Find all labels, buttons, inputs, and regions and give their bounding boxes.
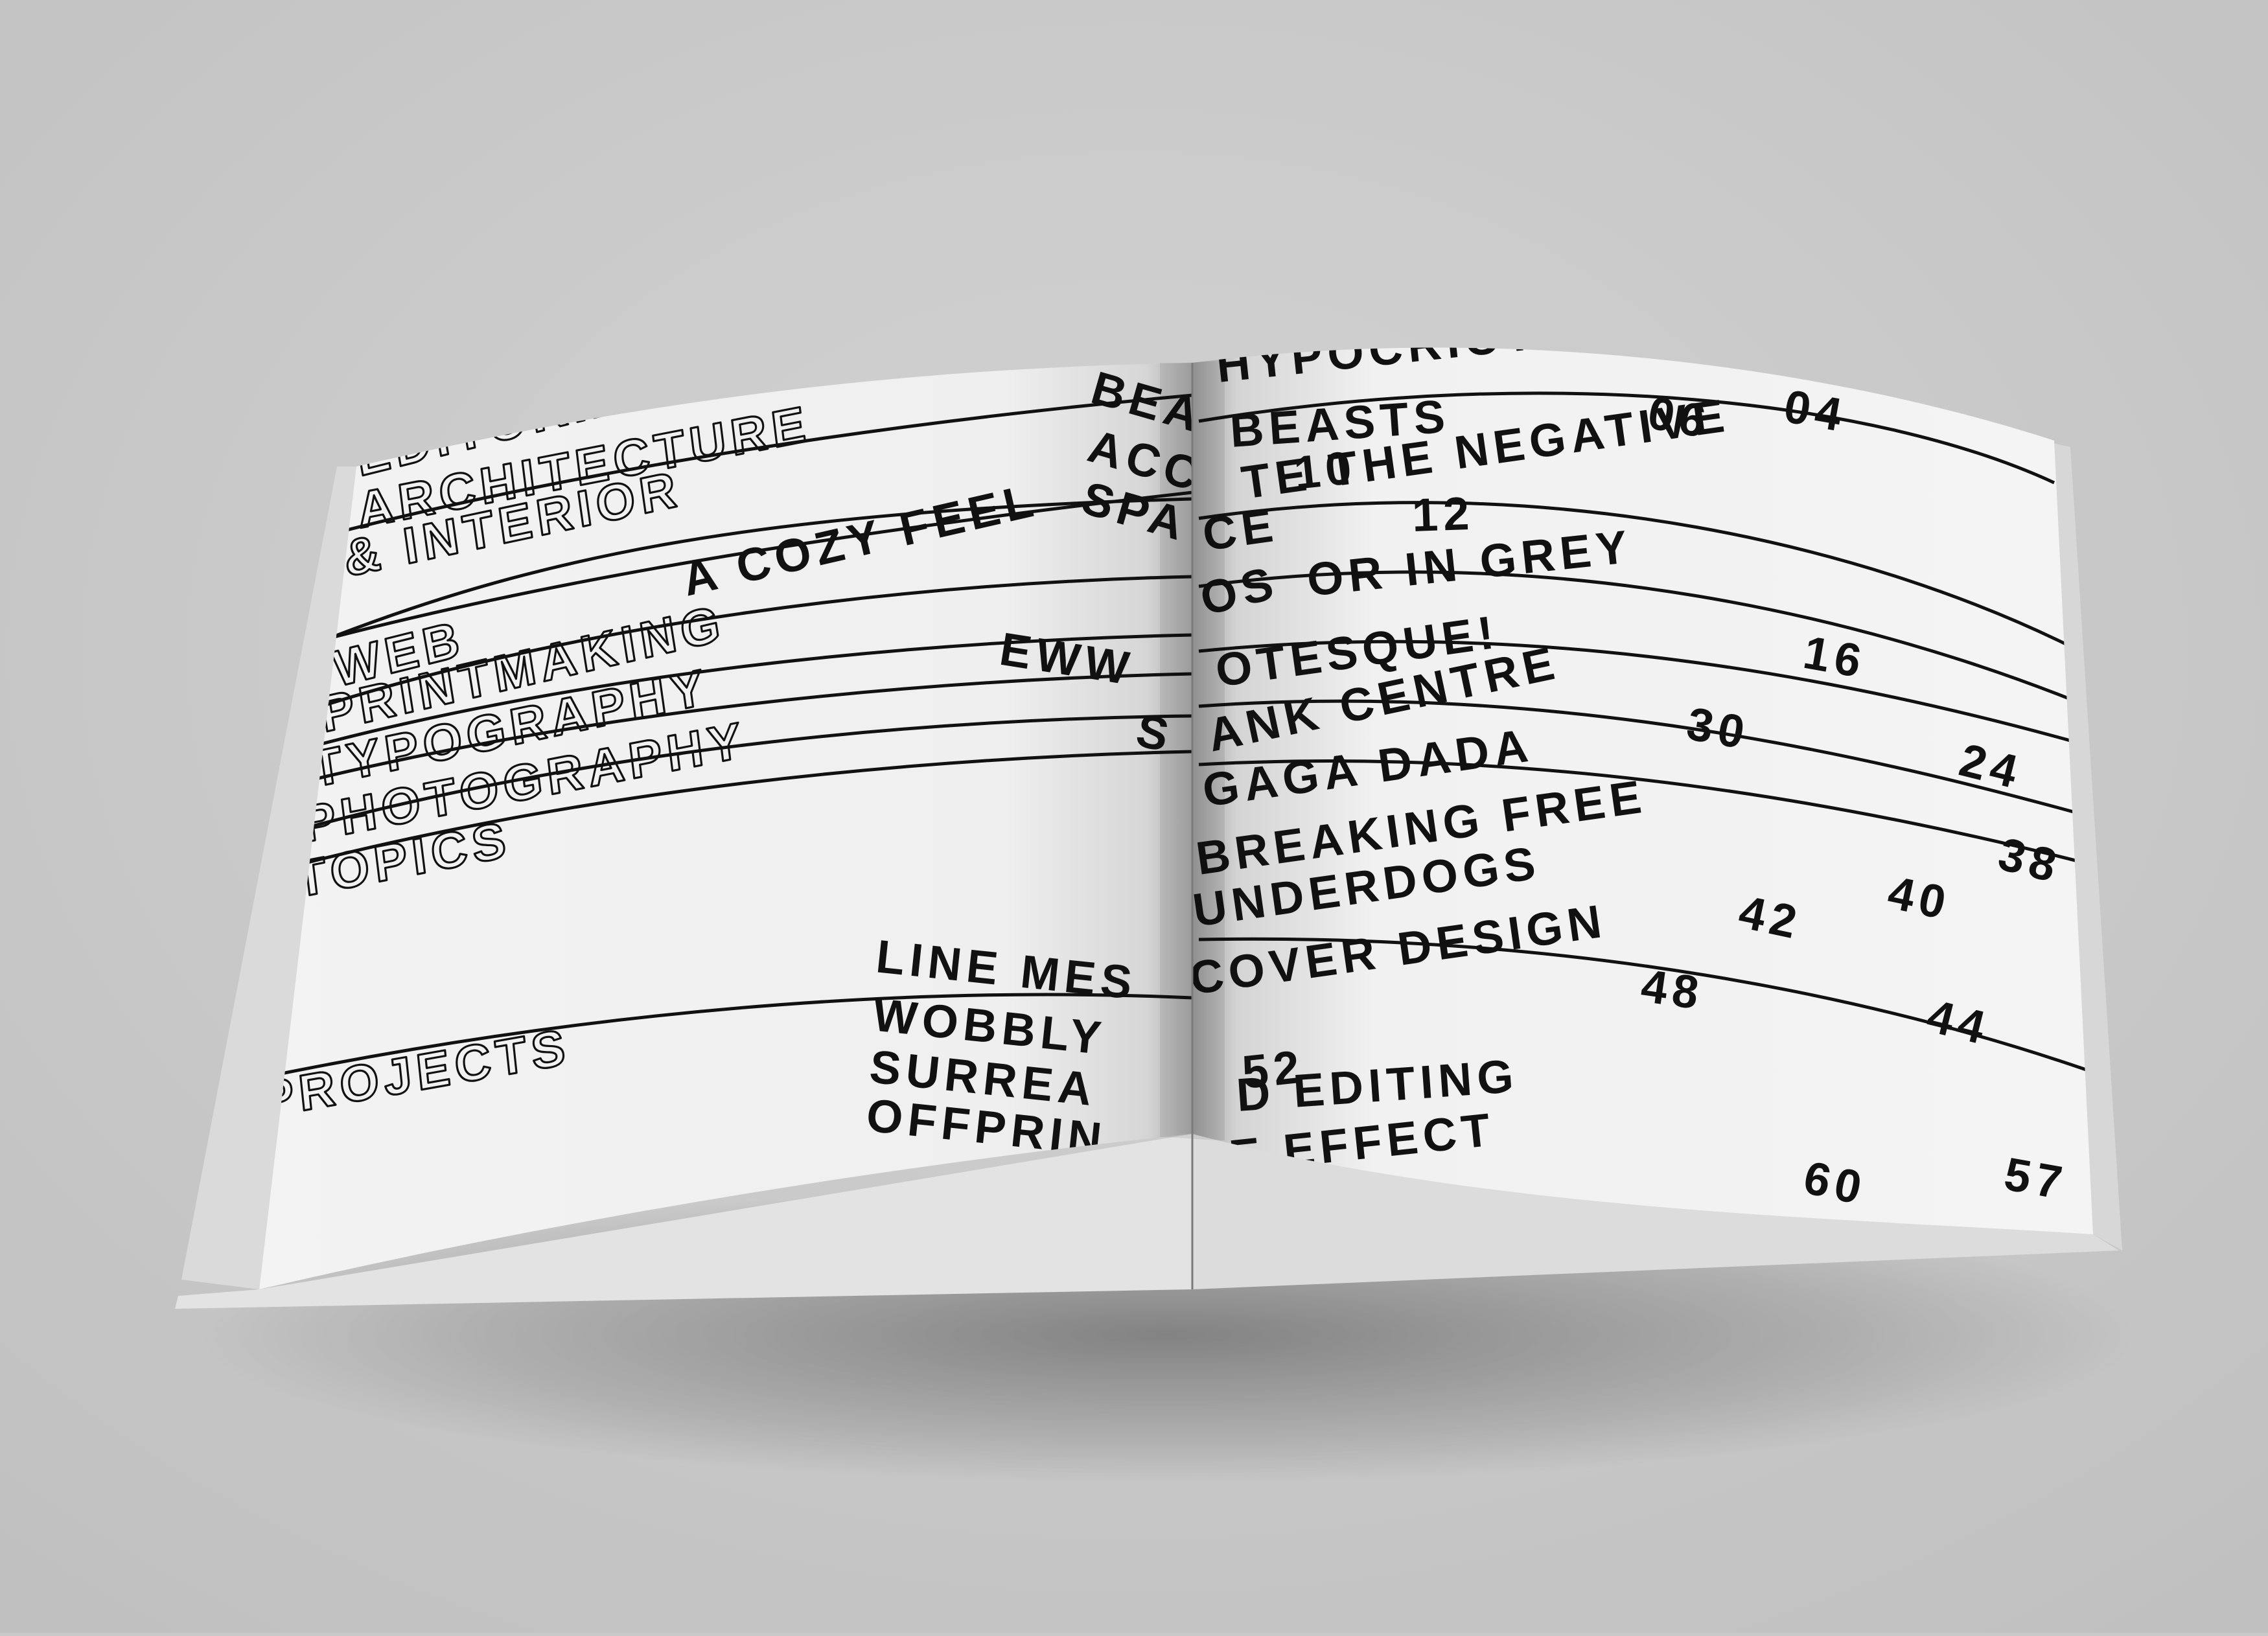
- page-number: 12: [1411, 488, 1475, 542]
- page-number: 48: [1638, 960, 1707, 1020]
- page-number: 04: [1780, 380, 1851, 442]
- page-number: 10: [1291, 441, 1359, 500]
- page-number: 30: [1683, 698, 1753, 759]
- page-number: 52: [1240, 1041, 1307, 1099]
- magazine-illustration: EDITORIAL ARCHITECTURE & INTERIOR WEB PR…: [0, 0, 2268, 1633]
- page-number: 16: [1799, 627, 1870, 688]
- page-number: 06: [1644, 387, 1715, 448]
- magazine-scene: EDITORIAL ARCHITECTURE & INTERIOR WEB PR…: [0, 0, 2268, 1633]
- page-number: 57: [2000, 1148, 2071, 1210]
